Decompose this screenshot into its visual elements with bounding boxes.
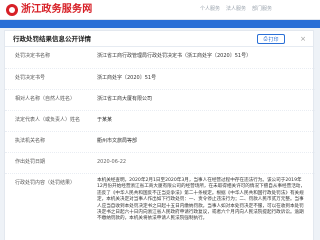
detail-row: 处罚决定书名称 浙江省工商行政管理局行政处罚决定书（浙工商处字〔2020〕51号… <box>5 47 315 69</box>
field-label: 法定代表人（或负责人）姓名 <box>15 117 81 123</box>
field-value: 浙江省工商大厦有限公司 <box>97 96 153 102</box>
field-value: 浙工商处字〔2020〕51号 <box>97 75 157 81</box>
field-value: 于某某 <box>97 117 113 123</box>
top-link-legal[interactable]: 法人服务 <box>226 5 246 13</box>
field-label: 相对人名称（自然人姓名） <box>15 96 76 102</box>
site-logo[interactable]: 浙江政务服务网 <box>6 3 92 17</box>
detail-row: 相对人名称（自然人姓名） 浙江省工商大厦有限公司 <box>5 90 315 111</box>
field-value: 2020-06-22 <box>97 159 127 165</box>
detail-card: 行政处罚结果信息公开详情 ⎙ 打印 × 处罚决定书名称 浙江省工商行政管理局行政… <box>4 30 315 240</box>
header-band <box>0 20 320 28</box>
card-title: 行政处罚结果信息公开详情 <box>13 35 91 43</box>
detail-rows: 处罚决定书名称 浙江省工商行政管理局行政处罚决定书（浙工商处字〔2020〕51号… <box>5 47 315 240</box>
top-bar: 浙江政务服务网 个人服务 法人服务 部门服务 <box>0 0 320 20</box>
card-header: 行政处罚结果信息公开详情 ⎙ 打印 × <box>5 31 313 47</box>
field-label: 处罚决定书号 <box>15 75 46 81</box>
close-icon[interactable]: × <box>299 35 307 43</box>
field-label: 执法机关名称 <box>15 138 46 144</box>
field-label: 行政处罚内容（处罚结果） <box>15 180 76 186</box>
detail-row: 行政处罚内容（处罚结果） 本机关经查明，2020年2月1日至2020年3月，当事… <box>5 174 315 240</box>
detail-row: 执法机关名称 衢州市文旅局等部 <box>5 132 315 153</box>
print-button[interactable]: ⎙ 打印 <box>257 34 285 44</box>
site-name: 浙江政务服务网 <box>21 4 93 15</box>
field-value: 本机关经查明，2020年2月1日至2020年3月，当事人在经营过程中存在违法行为… <box>97 178 305 222</box>
print-label: 打印 <box>268 36 279 43</box>
top-links: 个人服务 法人服务 部门服务 <box>200 5 272 13</box>
emblem-icon <box>6 4 18 16</box>
field-value: 浙江省工商行政管理局行政处罚决定书（浙工商处字〔2020〕51号） <box>97 53 252 59</box>
detail-row: 作出处罚日期 2020-06-22 <box>5 153 315 174</box>
field-value: 衢州市文旅局等部 <box>97 138 138 144</box>
field-label: 作出处罚日期 <box>15 159 46 165</box>
field-label: 处罚决定书名称 <box>15 53 51 59</box>
top-link-personal[interactable]: 个人服务 <box>200 5 220 13</box>
printer-icon: ⎙ <box>263 36 268 42</box>
detail-row: 法定代表人（或负责人）姓名 于某某 <box>5 111 315 132</box>
detail-row: 处罚决定书号 浙工商处字〔2020〕51号 <box>5 69 315 90</box>
top-link-department[interactable]: 部门服务 <box>252 5 272 13</box>
